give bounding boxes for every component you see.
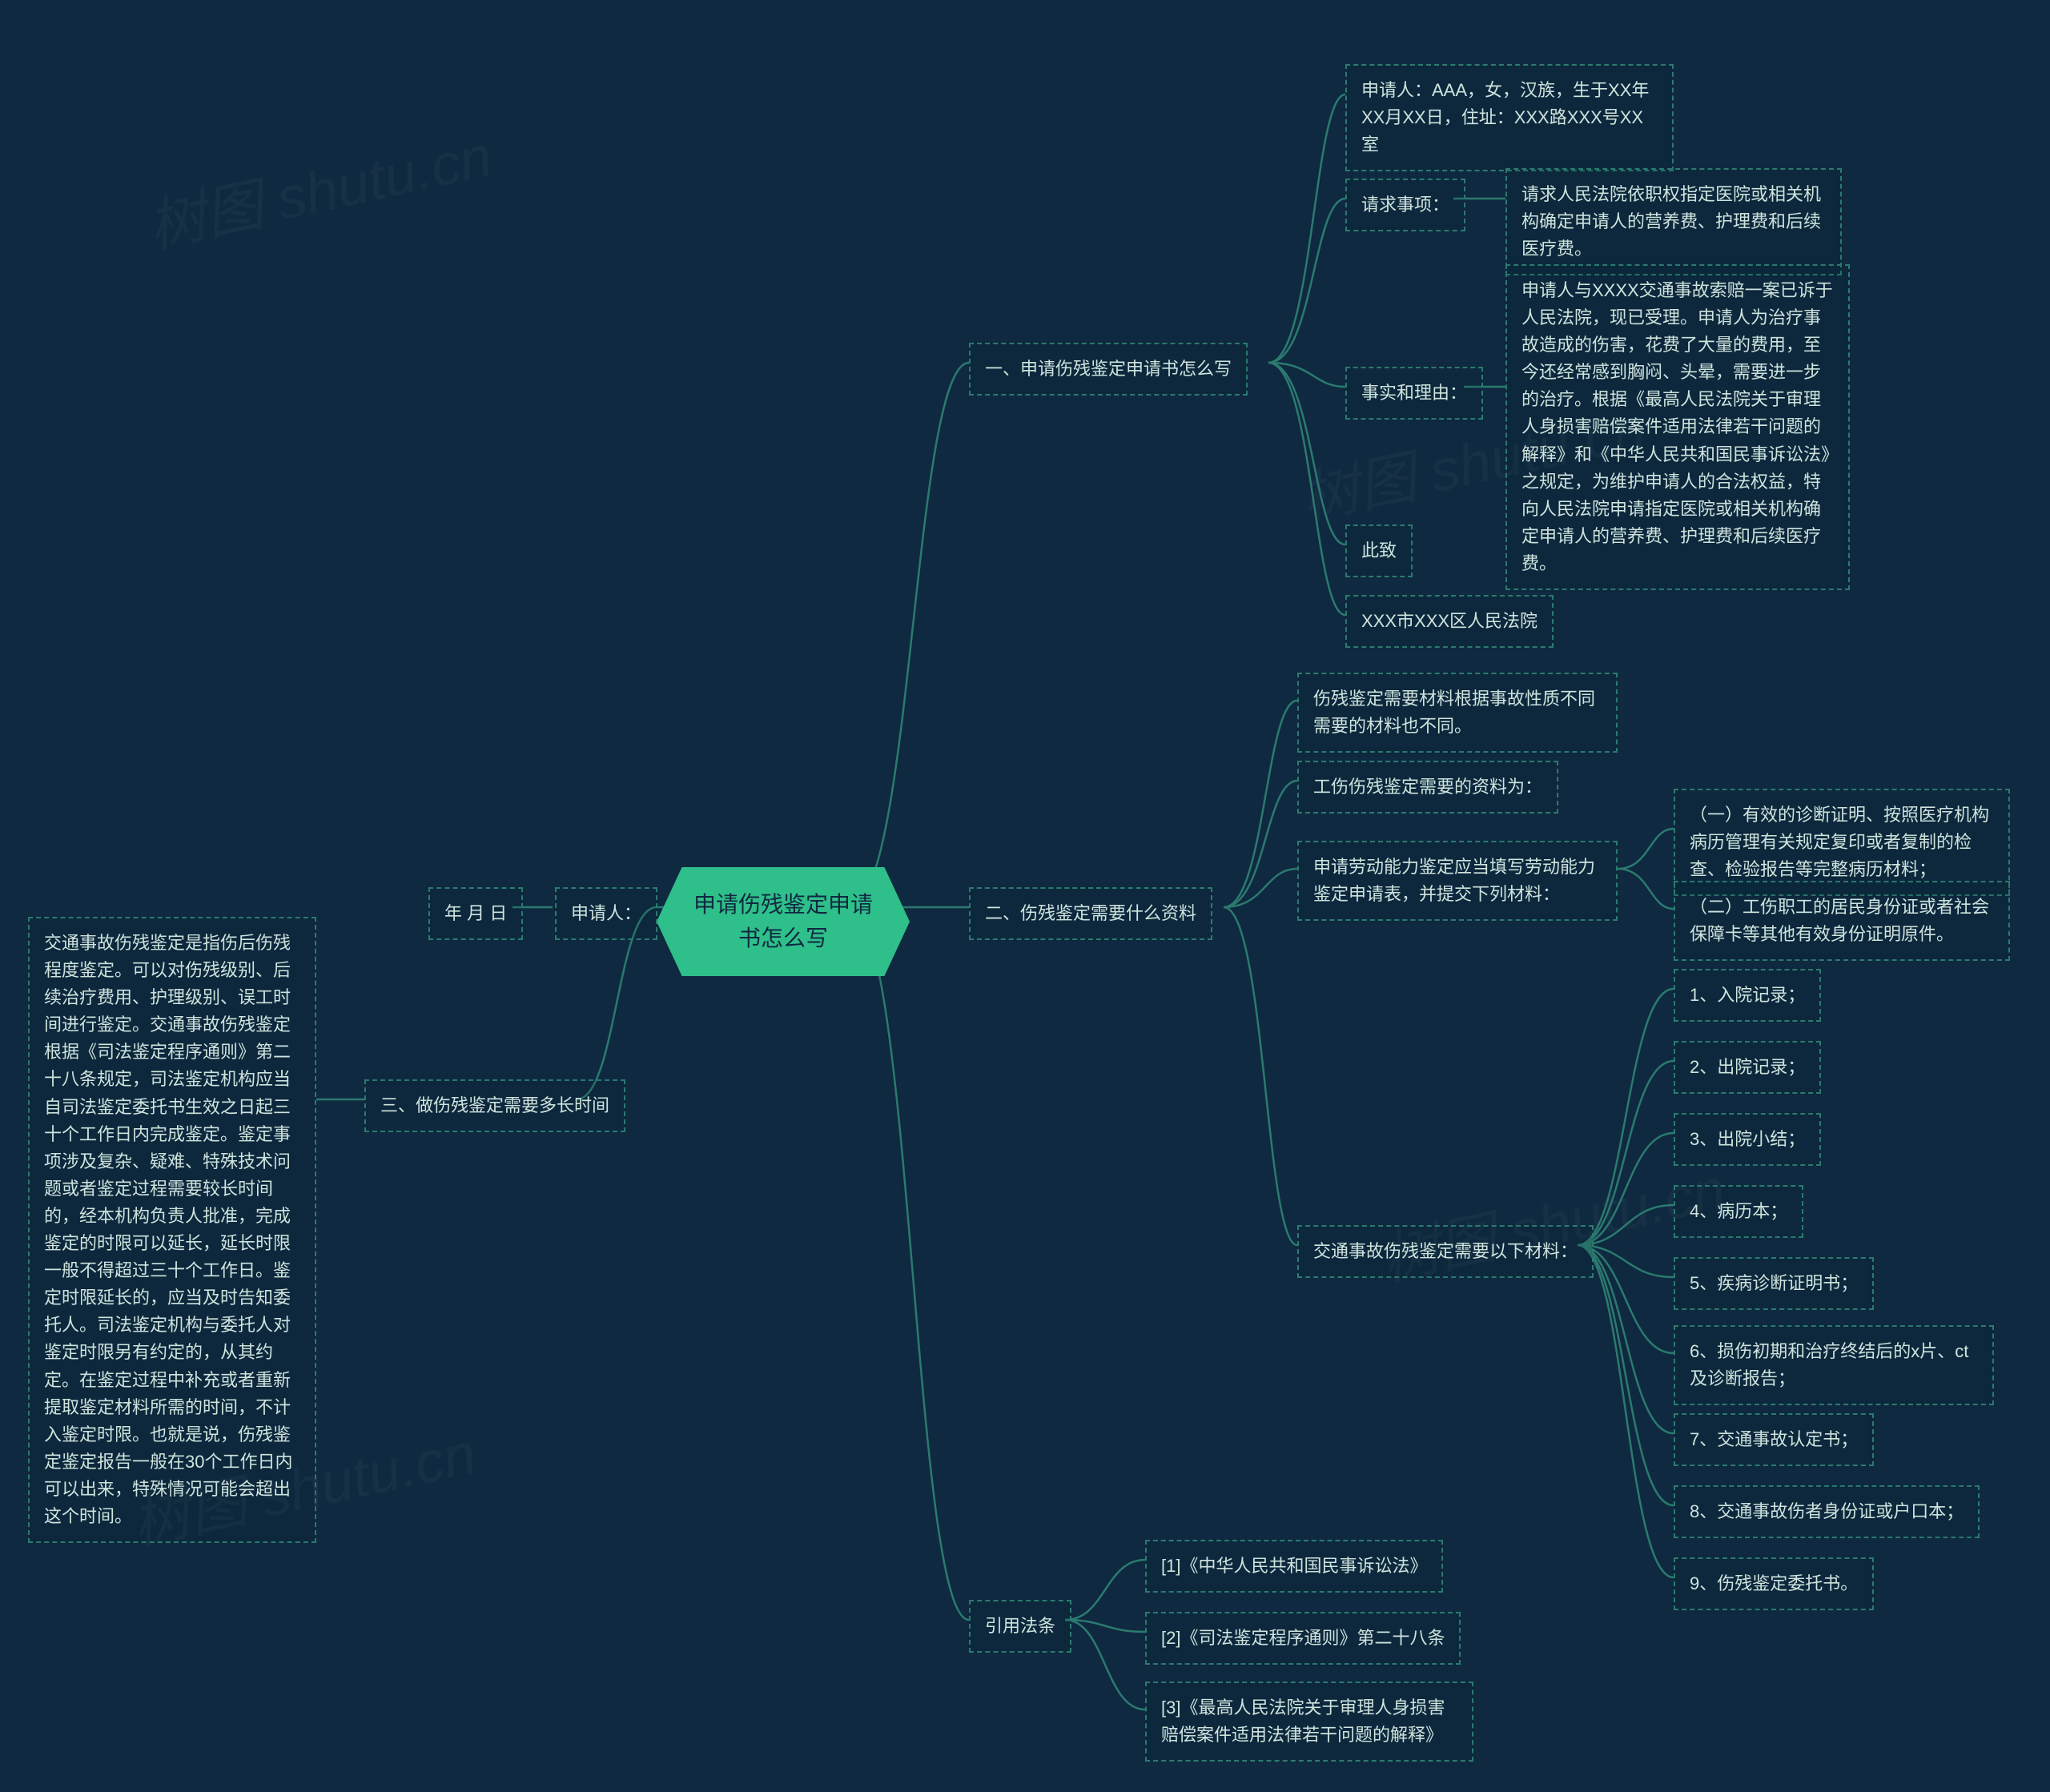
b1-facts-text: 申请人与XXXX交通事故索赔一案已诉于人民法院，现已受理。申请人为治疗事故造成的… [1505, 264, 1850, 590]
date-node[interactable]: 年 月 日 [428, 887, 523, 940]
watermark: 树图 shutu.cn [139, 109, 498, 263]
root-node[interactable]: 申请伤残鉴定申请书怎么写 [657, 867, 910, 976]
branch-3-title[interactable]: 三、做伤残鉴定需要多长时间 [364, 1079, 625, 1132]
b2-t6: 6、损伤初期和治疗终结后的x片、ct及诊断报告； [1674, 1325, 1994, 1405]
b2-t8: 8、交通事故伤者身份证或户口本； [1674, 1485, 1980, 1538]
b1-request-label: 请求事项： [1345, 179, 1465, 231]
b2-t4: 4、病历本； [1674, 1185, 1803, 1238]
b2-traffic-label: 交通事故伤残鉴定需要以下材料： [1297, 1225, 1594, 1278]
b1-applicant: 申请人：AAA，女，汉族，生于XX年XX月XX日，住址：XXX路XXX号XX室 [1345, 64, 1674, 171]
b2-work-injury-label: 工伤伤残鉴定需要的资料为： [1297, 761, 1558, 814]
b2-t9: 9、伤残鉴定委托书。 [1674, 1557, 1874, 1610]
branch-3-detail: 交通事故伤残鉴定是指伤后伤残程度鉴定。可以对伤残级别、后续治疗费用、护理级别、误… [28, 917, 316, 1543]
b1-request-text: 请求人民法院依职权指定医院或相关机构确定申请人的营养费、护理费和后续医疗费。 [1505, 168, 1842, 275]
b2-intro: 伤残鉴定需要材料根据事故性质不同需要的材料也不同。 [1297, 673, 1618, 753]
b2-t2: 2、出院记录； [1674, 1041, 1821, 1094]
cite-3: [3]《最高人民法院关于审理人身损害赔偿案件适用法律若干问题的解释》 [1145, 1682, 1473, 1762]
branch-2-title[interactable]: 二、伤残鉴定需要什么资料 [969, 887, 1212, 940]
branch-1-title[interactable]: 一、申请伤残鉴定申请书怎么写 [969, 343, 1248, 396]
b2-t1: 1、入院记录； [1674, 969, 1821, 1022]
b2-labor-cap: 申请劳动能力鉴定应当填写劳动能力鉴定申请表，并提交下列材料： [1297, 841, 1618, 921]
b2-t7: 7、交通事故认定书； [1674, 1413, 1874, 1466]
cite-2: [2]《司法鉴定程序通则》第二十八条 [1145, 1612, 1461, 1665]
branch-4-title[interactable]: 引用法条 [969, 1600, 1071, 1653]
b2-t3: 3、出院小结； [1674, 1113, 1821, 1166]
cite-1: [1]《中华人民共和国民事诉讼法》 [1145, 1540, 1443, 1593]
b2-labor-item2: （二）工伤职工的居民身份证或者社会保障卡等其他有效身份证明原件。 [1674, 881, 2010, 961]
b1-closing: 此致 [1345, 524, 1413, 577]
b2-t5: 5、疾病诊断证明书； [1674, 1257, 1874, 1310]
b1-court: XXX市XXX区人民法院 [1345, 595, 1554, 648]
b1-facts-label: 事实和理由： [1345, 367, 1483, 420]
applicant-label-node[interactable]: 申请人： [555, 887, 657, 940]
